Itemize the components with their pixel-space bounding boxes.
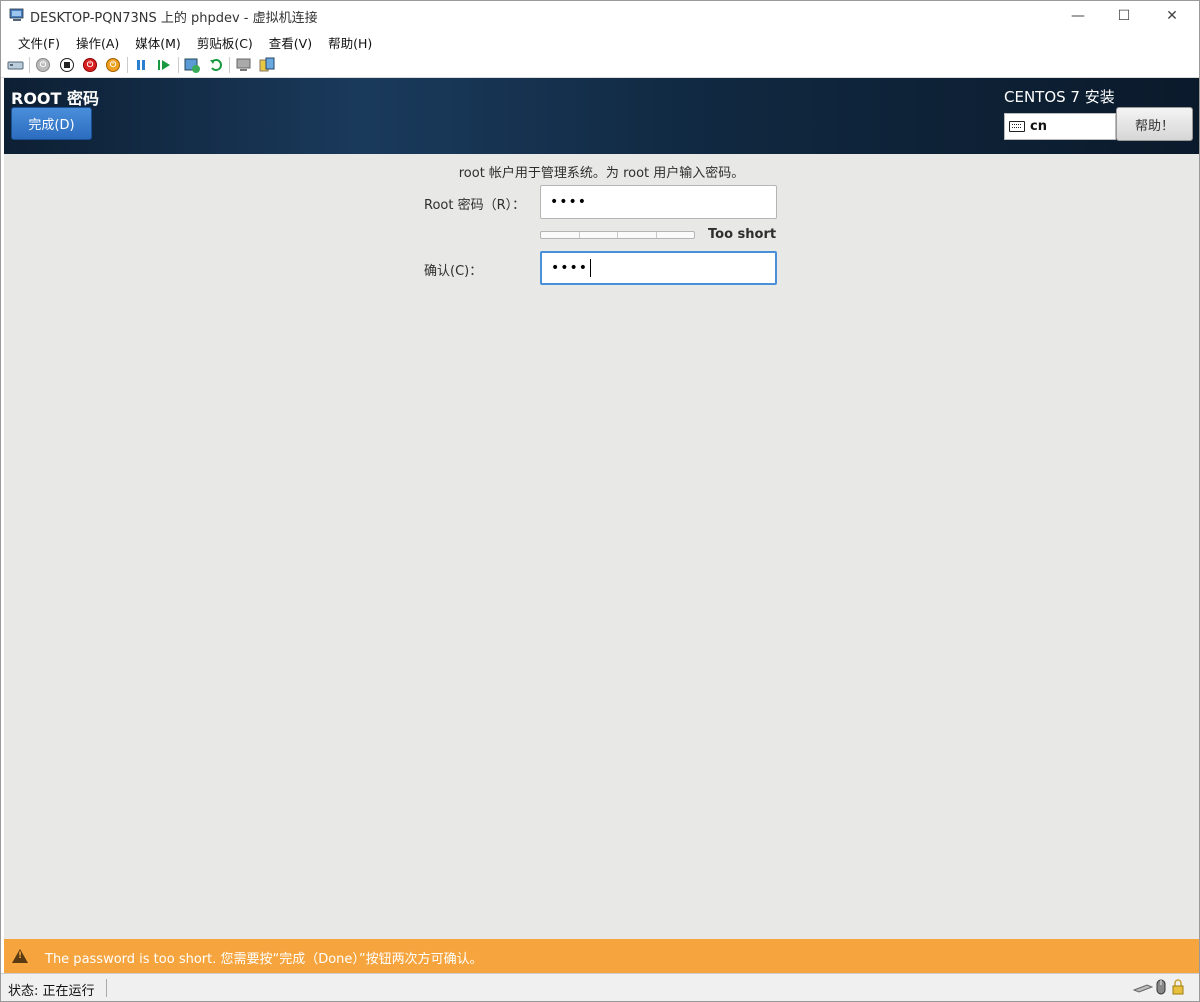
menu-media[interactable]: 媒体(M) (127, 30, 189, 52)
mouse-status-icon (1156, 979, 1166, 995)
window-title: DESKTOP-PQN73NS 上的 phpdev - 虚拟机连接 (30, 11, 318, 26)
toolbar-separator (29, 57, 30, 73)
warning-text: The password is too short. 您需要按“完成（Done）… (45, 952, 483, 967)
password-strength-label: Too short (708, 227, 777, 242)
confirm-password-label: 确认(C)： (424, 264, 483, 279)
keyboard-layout-indicator[interactable]: cn (1004, 113, 1116, 140)
enhanced-session-icon[interactable] (235, 56, 253, 74)
confirm-password-value: •••• (551, 260, 589, 276)
menu-action[interactable]: 操作(A) (68, 30, 127, 52)
lock-icon (1172, 979, 1184, 995)
menu-bar: 文件(F) 操作(A) 媒体(M) 剪贴板(C) 查看(V) 帮助(H) (1, 30, 1199, 52)
minimize-button[interactable]: — (1055, 1, 1101, 30)
turn-off-icon[interactable] (58, 56, 76, 74)
status-bar: 状态: 正在运行 (1, 973, 1199, 1001)
done-button[interactable]: 完成(D) (11, 107, 92, 140)
keyboard-icon (1009, 121, 1025, 132)
strength-segment (580, 232, 618, 238)
root-password-label: Root 密码（R）： (424, 198, 526, 213)
text-caret (590, 259, 592, 277)
warning-bar[interactable]: The password is too short. 您需要按“完成（Done）… (4, 939, 1199, 973)
installer-header: ROOT 密码 完成(D) CENTOS 7 安装 cn 帮助！ (4, 78, 1199, 154)
menu-file[interactable]: 文件(F) (10, 30, 68, 52)
save-icon[interactable]: ⏻ (104, 56, 122, 74)
vm-connection-icon (9, 8, 24, 21)
revert-icon[interactable] (207, 56, 225, 74)
toolbar: ⏻ ⏻ ⏻ (1, 52, 1199, 78)
checkpoint-icon[interactable] (183, 56, 201, 74)
strength-segment (618, 232, 657, 238)
strength-segment (657, 232, 695, 238)
menu-view[interactable]: 查看(V) (261, 30, 320, 52)
vm-connection-window: DESKTOP-PQN73NS 上的 phpdev - 虚拟机连接 — ☐ ✕ … (0, 0, 1200, 1002)
pause-icon[interactable] (132, 56, 150, 74)
toolbar-separator (229, 57, 230, 73)
toolbar-separator (127, 57, 128, 73)
maximize-button[interactable]: ☐ (1101, 1, 1147, 30)
start-icon[interactable]: ⏻ (34, 56, 52, 74)
menu-help[interactable]: 帮助(H) (320, 30, 380, 52)
title-bar[interactable]: DESKTOP-PQN73NS 上的 phpdev - 虚拟机连接 — ☐ ✕ (1, 1, 1199, 30)
warning-icon (12, 949, 28, 963)
strength-segment (541, 232, 580, 238)
root-password-form: root 帐户用于管理系统。为 root 用户输入密码。 Root 密码（R）：… (4, 154, 1199, 939)
menu-clipboard[interactable]: 剪贴板(C) (189, 30, 261, 52)
share-icon[interactable] (258, 56, 276, 74)
vm-status: 状态: 正在运行 (8, 984, 95, 999)
form-description: root 帐户用于管理系统。为 root 用户输入密码。 (458, 166, 745, 181)
password-strength-meter (540, 231, 695, 239)
root-password-value: •••• (550, 194, 588, 210)
confirm-password-input[interactable]: •••• (540, 251, 777, 285)
status-separator (106, 979, 107, 997)
toolbar-separator (178, 57, 179, 73)
root-password-input[interactable]: •••• (540, 185, 777, 219)
close-button[interactable]: ✕ (1149, 1, 1195, 30)
product-title: CENTOS 7 安装 (1004, 88, 1115, 106)
resume-icon[interactable] (155, 56, 173, 74)
keyboard-status-icon (1133, 984, 1153, 993)
keyboard-layout-label: cn (1030, 119, 1047, 134)
spoke-title: ROOT 密码 (11, 89, 100, 108)
shutdown-icon[interactable]: ⏻ (81, 56, 99, 74)
help-button[interactable]: 帮助！ (1116, 107, 1193, 141)
ctrl-alt-del-icon[interactable] (7, 56, 25, 74)
